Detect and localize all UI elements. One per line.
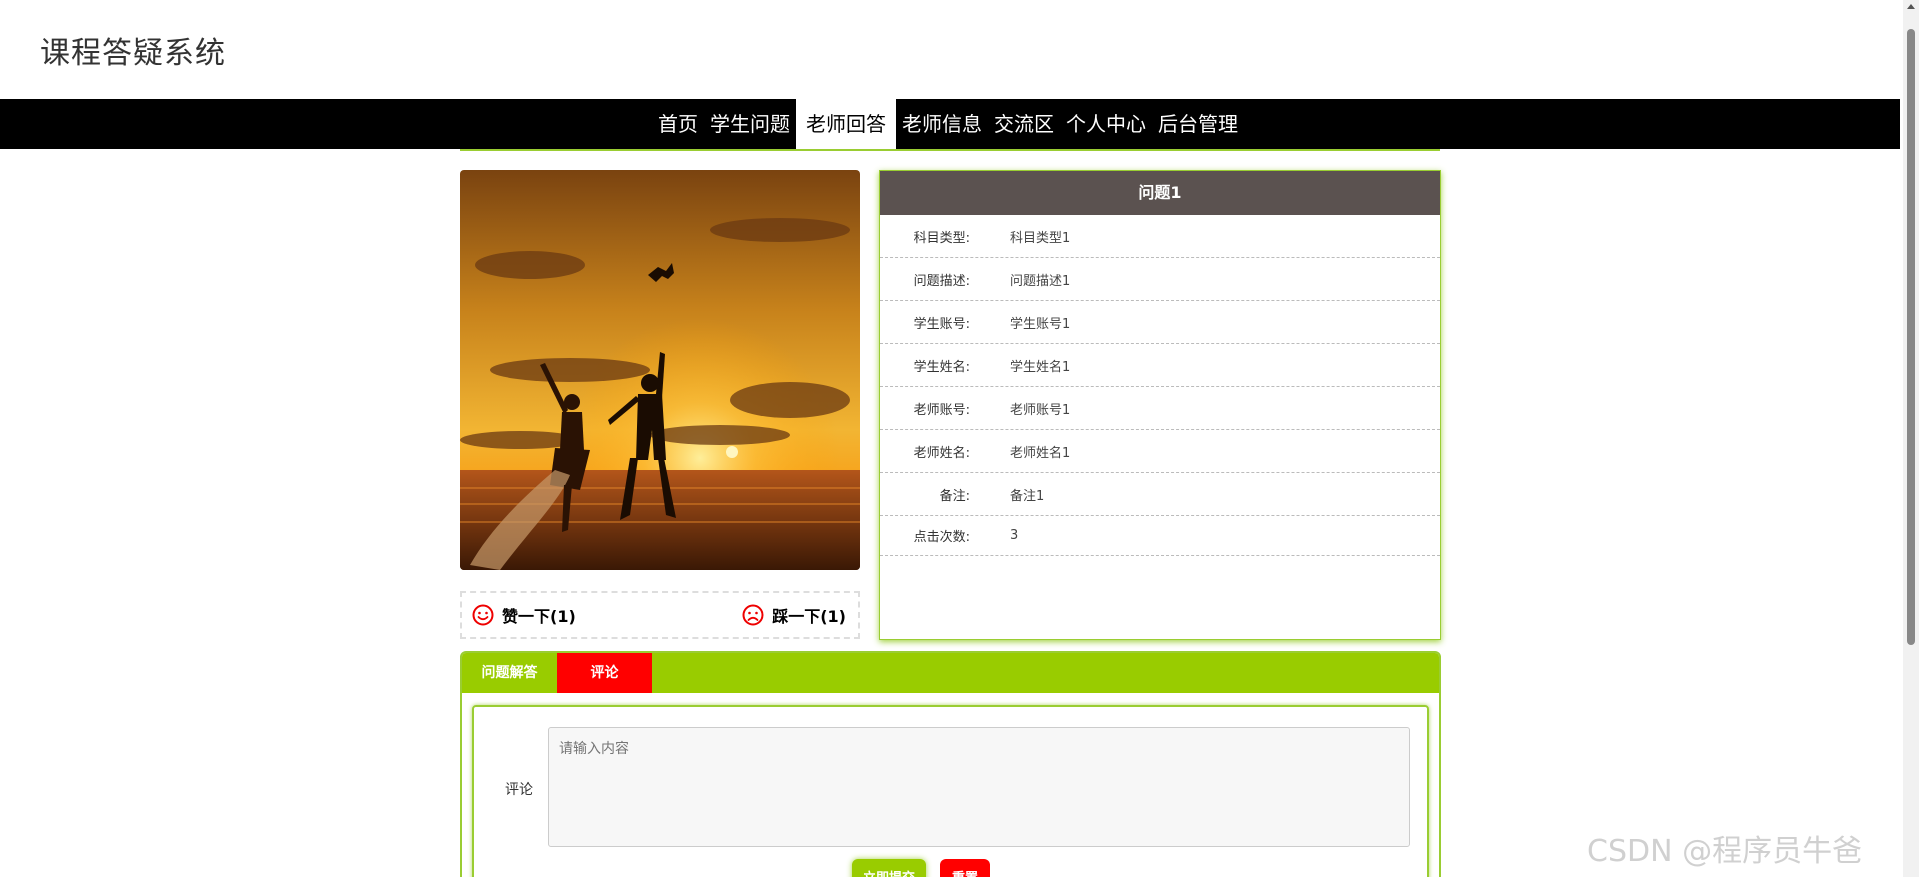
site-title: 课程答疑系统 [40,36,226,71]
tab-answers[interactable]: 问题解答 [462,653,557,693]
question-detail-panel: 问题1 科目类型: 科目类型1 问题描述: 问题描述1 学生账号: 学生账号1 … [879,170,1441,640]
detail-row: 问题描述: 问题描述1 [880,258,1440,301]
detail-row: 学生姓名: 学生姓名1 [880,344,1440,387]
nav-admin[interactable]: 后台管理 [1152,99,1244,149]
detail-row: 点击次数: 3 [880,516,1440,556]
detail-row: 科目类型: 科目类型1 [880,215,1440,258]
detail-row: 学生账号: 学生账号1 [880,301,1440,344]
nav-teacher-info[interactable]: 老师信息 [896,99,988,149]
detail-value: 3 [1010,528,1019,543]
nav-student-questions[interactable]: 学生问题 [704,99,796,149]
detail-value: 学生账号1 [1010,316,1071,332]
detail-value: 问题描述1 [1010,273,1071,289]
question-title: 问题1 [880,171,1440,215]
detail-label: 学生账号: [913,316,970,332]
detail-row: 老师姓名: 老师姓名1 [880,430,1440,473]
detail-value: 老师账号1 [1010,402,1071,418]
comment-input[interactable] [548,727,1410,847]
reset-button[interactable]: 重置 [940,859,990,877]
comment-form: 评论 立即提交 重置 [472,705,1429,877]
detail-value: 备注1 [1010,488,1045,504]
detail-label: 老师账号: [913,402,970,418]
detail-label: 科目类型: [913,230,970,246]
nav-divider [460,149,1440,151]
tab-bar: 问题解答 评论 [462,653,1439,693]
dislike-button[interactable]: 踩一下(1) [742,603,846,627]
submit-button[interactable]: 立即提交 [852,859,926,877]
detail-label: 学生姓名: [913,359,970,375]
watermark: CSDN @程序员牛爸 [1587,834,1863,869]
like-button[interactable]: 赞一下(1) [472,603,576,627]
page-scrollbar[interactable] [1903,0,1919,877]
question-image [460,170,860,570]
tabs-container: 问题解答 评论 评论 立即提交 重置 [460,651,1441,877]
comment-label: 评论 [505,782,533,798]
detail-label: 老师姓名: [913,445,970,461]
detail-value: 老师姓名1 [1010,445,1071,461]
nav-personal-center[interactable]: 个人中心 [1060,99,1152,149]
frown-face-icon [742,604,764,626]
detail-value: 科目类型1 [1010,230,1071,246]
smile-face-icon [472,604,494,626]
scroll-thumb[interactable] [1907,29,1915,645]
nav-forum[interactable]: 交流区 [988,99,1060,149]
detail-label: 点击次数: [913,530,970,545]
tab-comments[interactable]: 评论 [557,653,652,693]
nav-teacher-answers[interactable]: 老师回答 [796,99,896,149]
dislike-label: 踩一下(1) [772,607,846,626]
detail-value: 学生姓名1 [1010,359,1071,375]
vote-box: 赞一下(1) 踩一下(1) [460,591,860,639]
detail-row: 备注: 备注1 [880,473,1440,516]
main-nav: 首页 学生问题 老师回答 老师信息 交流区 个人中心 后台管理 [0,99,1900,149]
scroll-up-arrow-icon[interactable] [1907,4,1915,9]
detail-row: 老师账号: 老师账号1 [880,387,1440,430]
detail-label: 备注: [939,488,970,504]
like-label: 赞一下(1) [502,607,576,626]
detail-label: 问题描述: [913,273,970,289]
nav-home[interactable]: 首页 [652,99,704,149]
